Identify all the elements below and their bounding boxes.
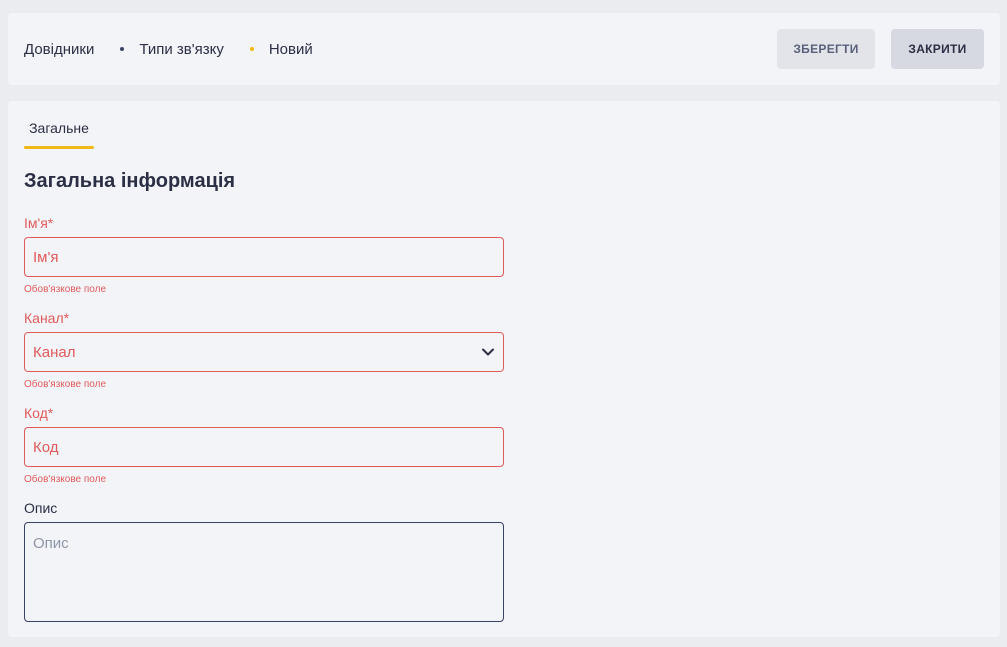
breadcrumb-link-types[interactable]: Типи зв'язку [139, 41, 224, 58]
name-field-group: Ім'я* Ім'я Обов'язкове поле [24, 215, 504, 295]
code-error: Обов'язкове поле [24, 474, 107, 485]
code-input[interactable]: Код [24, 427, 504, 467]
name-error: Обов'язкове поле [24, 284, 107, 295]
code-label: Код* [24, 405, 54, 421]
chevron-down-icon[interactable] [481, 345, 495, 359]
tab-active-indicator [24, 146, 94, 149]
description-field-group: Опис Опис [24, 500, 504, 622]
save-button[interactable]: ЗБЕРЕГТИ [777, 29, 875, 69]
name-placeholder: Ім'я [33, 248, 59, 266]
breadcrumb-directories[interactable]: Довідники [24, 41, 94, 58]
channel-field-group: Канал* Канал Обов'язкове поле [24, 310, 504, 390]
tab-general[interactable]: Загальне [24, 120, 94, 136]
description-label: Опис [24, 500, 58, 516]
breadcrumb: Довідники Типи зв'язку Новий [24, 41, 313, 58]
channel-placeholder: Канал [33, 343, 76, 361]
breadcrumb-separator [120, 47, 125, 51]
name-input[interactable]: Ім'я [24, 237, 504, 277]
header-actions: ЗБЕРЕГТИ ЗАКРИТИ [777, 29, 984, 69]
code-field-group: Код* Код Обов'язкове поле [24, 405, 504, 485]
section-title: Загальна інформація [24, 170, 236, 192]
name-label: Ім'я* [24, 215, 54, 231]
close-button[interactable]: ЗАКРИТИ [891, 29, 984, 69]
description-placeholder: Опис [33, 535, 69, 552]
channel-error: Обов'язкове поле [24, 379, 107, 390]
description-textarea[interactable]: Опис [24, 522, 504, 622]
page-header: Довідники Типи зв'язку Новий ЗБЕРЕГТИ ЗА… [8, 13, 1000, 85]
channel-select[interactable]: Канал [24, 332, 504, 372]
form-panel: Загальне Загальна інформація Ім'я* Ім'я … [8, 101, 1000, 637]
channel-label: Канал* [24, 310, 70, 326]
breadcrumb-current: Новий [268, 40, 313, 58]
code-placeholder: Код [33, 438, 59, 456]
breadcrumb-separator-current [249, 47, 254, 51]
